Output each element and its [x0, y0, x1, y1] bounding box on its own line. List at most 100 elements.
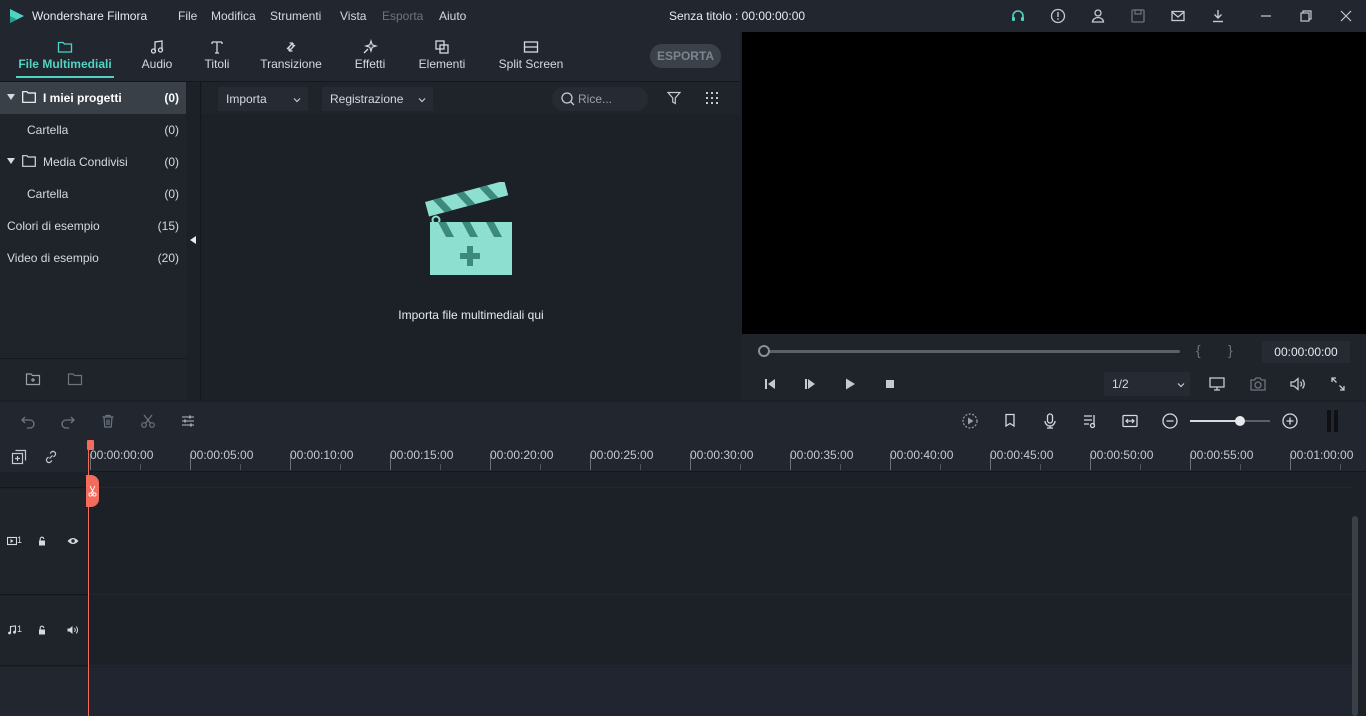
filter-icon[interactable] [667, 91, 681, 105]
title-bar: Wondershare Filmora File Modifica Strume… [0, 0, 1366, 32]
playhead-handle[interactable] [87, 440, 94, 450]
ruler-time-label: 00:00:25:00 [590, 448, 654, 462]
folder-icon [22, 91, 36, 103]
render-preview-icon[interactable] [961, 412, 979, 430]
panel-collapse-handle[interactable] [187, 82, 201, 400]
mark-in-button[interactable]: { [1196, 342, 1201, 358]
fullscreen-icon[interactable] [1329, 375, 1347, 393]
snapshot-camera-icon[interactable] [1249, 375, 1267, 393]
ruler-minor-tick [1340, 464, 1341, 470]
export-button[interactable]: ESPORTA [650, 44, 721, 68]
add-track-icon[interactable] [11, 449, 27, 465]
ruler-minor-tick [1040, 464, 1041, 470]
eye-icon[interactable] [67, 536, 79, 546]
empty-track-area[interactable] [88, 667, 1352, 716]
marker-icon[interactable] [1001, 412, 1019, 430]
search-box[interactable] [552, 87, 648, 111]
ruler-minor-tick [240, 464, 241, 470]
audio-track-header: 1 [0, 596, 88, 666]
expand-arrow-icon[interactable] [7, 158, 15, 164]
ruler-minor-tick [1140, 464, 1141, 470]
tab-effetti[interactable]: Effetti [350, 32, 390, 82]
lock-icon[interactable] [37, 536, 47, 546]
expand-arrow-icon[interactable] [7, 94, 15, 100]
close-icon[interactable] [1338, 8, 1354, 24]
playback-scrubber[interactable] [764, 350, 1180, 353]
info-icon[interactable] [1050, 8, 1066, 24]
tab-split-screen[interactable]: Split Screen [496, 32, 566, 82]
library-item-folder[interactable]: Cartella (0) [0, 178, 186, 210]
ruler-minor-tick [640, 464, 641, 470]
fit-timeline-icon[interactable] [1121, 412, 1139, 430]
search-input[interactable] [578, 91, 642, 107]
microphone-icon[interactable] [1041, 412, 1059, 430]
next-frame-icon[interactable] [802, 376, 818, 392]
timeline-vertical-scrollbar[interactable] [1352, 516, 1358, 716]
preview-timecode: 00:00:00:00 [1262, 341, 1350, 363]
mark-out-button[interactable]: } [1228, 342, 1233, 358]
redo-icon[interactable] [60, 413, 76, 429]
restore-icon[interactable] [1298, 8, 1314, 24]
library-item-folder[interactable]: Cartella (0) [0, 114, 186, 146]
video-track-header: 1 [0, 489, 88, 595]
tab-audio[interactable]: Audio [136, 32, 178, 82]
scrubber-handle[interactable] [758, 345, 770, 357]
library-item-sample-colors[interactable]: Colori di esempio (15) [0, 210, 186, 242]
timeline-ruler[interactable]: 00:00:00:00 00:00:05:00 00:00:10:00 00:00:1… [88, 440, 1366, 472]
library-item-my-projects[interactable]: I miei progetti (0) [0, 82, 186, 114]
clapperboard-import-icon[interactable] [424, 182, 514, 278]
play-icon[interactable] [842, 376, 858, 392]
zoom-slider-fill [1190, 420, 1240, 422]
volume-icon[interactable] [1289, 375, 1307, 393]
zoom-slider[interactable] [1190, 416, 1270, 426]
zoom-out-icon[interactable] [1161, 412, 1179, 430]
zoom-slider-handle[interactable] [1234, 416, 1245, 426]
ruler-minor-tick [540, 464, 541, 470]
search-icon [561, 92, 575, 106]
download-icon[interactable] [1210, 8, 1226, 24]
library-footer [0, 358, 186, 400]
save-icon[interactable] [1130, 8, 1146, 24]
tab-titoli[interactable]: Titoli [200, 32, 234, 82]
previous-frame-icon[interactable] [762, 376, 778, 392]
ruler-time-label: 00:00:30:00 [690, 448, 754, 462]
adjust-settings-icon[interactable] [180, 413, 196, 429]
tab-file-multimediali[interactable]: File Multimediali [16, 32, 114, 82]
playback-quality-select[interactable]: 1/2 [1104, 372, 1190, 396]
chevron-down-icon [1177, 383, 1185, 388]
split-marker[interactable] [86, 475, 99, 507]
audio-track-lane[interactable] [88, 596, 1352, 666]
library-item-count: (20) [157, 251, 179, 265]
grid-view-icon[interactable] [705, 91, 719, 105]
library-item-label: Media Condivisi [43, 155, 128, 169]
lock-icon[interactable] [37, 625, 47, 635]
import-dropdown[interactable]: Importa [218, 87, 308, 111]
effects-icon [363, 39, 378, 54]
new-folder-icon[interactable] [25, 371, 41, 387]
headset-icon[interactable] [1010, 8, 1026, 24]
mail-icon[interactable] [1170, 8, 1186, 24]
folder-icon [57, 41, 73, 53]
stop-icon[interactable] [882, 376, 898, 392]
audio-mixer-icon[interactable] [1081, 412, 1099, 430]
library-item-shared-media[interactable]: Media Condivisi (0) [0, 146, 186, 178]
display-settings-icon[interactable] [1208, 375, 1226, 393]
collapse-arrow-icon[interactable] [190, 236, 196, 244]
folder-icon[interactable] [67, 371, 83, 387]
tab-elementi[interactable]: Elementi [414, 32, 470, 82]
minimize-icon[interactable] [1258, 8, 1274, 24]
link-icon[interactable] [43, 449, 59, 465]
ruler-minor-tick [940, 464, 941, 470]
user-icon[interactable] [1090, 8, 1106, 24]
tab-label: Transizione [260, 57, 322, 71]
speaker-icon[interactable] [67, 625, 79, 635]
undo-icon[interactable] [20, 413, 36, 429]
video-track-lane[interactable] [88, 489, 1352, 595]
record-dropdown[interactable]: Registrazione [322, 87, 433, 111]
tab-transizione[interactable]: Transizione [258, 32, 324, 82]
zoom-in-icon[interactable] [1281, 412, 1299, 430]
timeline-header [0, 440, 88, 472]
delete-icon[interactable] [100, 413, 116, 429]
scissors-icon[interactable] [140, 413, 156, 429]
library-item-sample-videos[interactable]: Video di esempio (20) [0, 242, 186, 274]
